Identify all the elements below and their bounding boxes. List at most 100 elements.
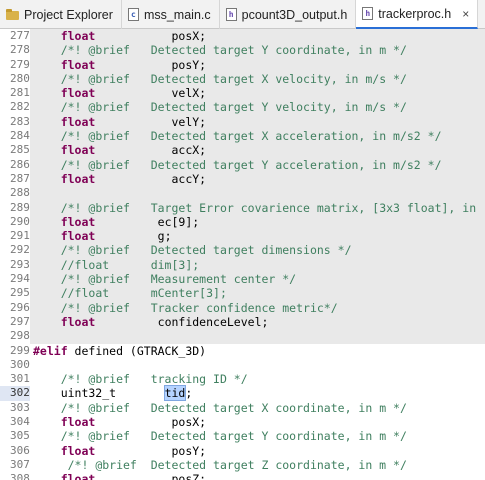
- code-text[interactable]: //float dim[3];: [30, 257, 485, 273]
- code-text[interactable]: float accX;: [30, 143, 485, 158]
- code-text[interactable]: /*! @brief Measurement center */: [30, 272, 485, 287]
- code-line[interactable]: 302 uint32_t tid;: [0, 385, 485, 402]
- code-text[interactable]: /*! @brief Detected target Z coordinate,…: [30, 458, 485, 472]
- code-text[interactable]: uint32_t tid;: [30, 385, 485, 402]
- code-line[interactable]: 279 float posY;: [0, 57, 485, 72]
- code-token: velX;: [95, 86, 207, 101]
- tab-label: trackerproc.h: [378, 6, 452, 21]
- code-line[interactable]: 294 /*! @brief Measurement center */: [0, 272, 485, 287]
- code-text[interactable]: float posX;: [30, 415, 485, 429]
- line-number: 294: [0, 272, 30, 287]
- code-editor[interactable]: 277 float posX; 278 /*! @brief Detected t…: [0, 29, 485, 480]
- comment-token: //float mCenter[3];: [60, 286, 227, 301]
- line-number: 287: [0, 171, 30, 187]
- code-line[interactable]: 307 /*! @brief Detected target Z coordin…: [0, 457, 485, 473]
- code-line[interactable]: 282 /*! @brief Detected target Y velocit…: [0, 100, 485, 115]
- code-text[interactable]: /*! @brief Detected target X coordinate,…: [30, 401, 485, 415]
- code-text[interactable]: float posX;: [30, 29, 485, 44]
- code-line[interactable]: 285 float accX;: [0, 143, 485, 158]
- line-number: 300: [0, 357, 30, 373]
- code-line[interactable]: 295 //float mCenter[3];: [0, 286, 485, 301]
- code-text[interactable]: [30, 186, 485, 201]
- code-line[interactable]: 277 float posX;: [0, 29, 485, 44]
- code-text[interactable]: float posY;: [30, 444, 485, 458]
- code-text[interactable]: //float mCenter[3];: [30, 286, 485, 301]
- code-line[interactable]: 298: [0, 329, 485, 344]
- code-line[interactable]: 280 /*! @brief Detected target X velocit…: [0, 71, 485, 87]
- code-text[interactable]: /*! @brief Tracker confidence metric*/: [30, 300, 485, 315]
- code-text[interactable]: /*! @brief Detected target X velocity, i…: [30, 71, 485, 87]
- keyword-token: float: [60, 143, 96, 158]
- code-line[interactable]: 286 /*! @brief Detected target Y acceler…: [0, 157, 485, 172]
- code-line[interactable]: 306 float posY;: [0, 443, 485, 458]
- code-text[interactable]: float ec[9];: [30, 214, 485, 230]
- code-line[interactable]: 308 float posZ;: [0, 472, 485, 480]
- code-text[interactable]: float posZ;: [30, 472, 485, 480]
- code-text[interactable]: float velY;: [30, 114, 485, 130]
- keyword-token: float: [60, 314, 96, 329]
- code-text[interactable]: float g;: [30, 229, 485, 244]
- code-text[interactable]: /*! @brief Detected target dimensions */: [30, 243, 485, 258]
- code-line[interactable]: 304 float posX;: [0, 415, 485, 430]
- line-number: 277: [0, 29, 30, 44]
- keyword-token: float: [60, 415, 96, 430]
- code-text[interactable]: /*! @brief Target Error covarience matri…: [30, 200, 485, 215]
- tab-pcount3d-output-h[interactable]: h pcount3D_output.h: [220, 0, 357, 29]
- code-line[interactable]: 296 /*! @brief Tracker confidence metric…: [0, 300, 485, 315]
- code-text[interactable]: /*! @brief Detected target Y coordinate,…: [30, 429, 485, 443]
- code-text[interactable]: #elif defined (GTRACK_3D): [30, 344, 485, 358]
- line-number: 292: [0, 243, 30, 258]
- code-line[interactable]: 297 float confidenceLevel;: [0, 314, 485, 330]
- code-text[interactable]: /*! @brief Detected target Y velocity, i…: [30, 100, 485, 115]
- code-line[interactable]: 299 #elif defined (GTRACK_3D): [0, 343, 485, 358]
- code-line[interactable]: 284 /*! @brief Detected target X acceler…: [0, 129, 485, 144]
- code-line[interactable]: 305 /*! @brief Detected target Y coordin…: [0, 429, 485, 444]
- code-line[interactable]: 300: [0, 357, 485, 373]
- comment-token: /*! @brief tracking ID */: [60, 372, 248, 387]
- code-line[interactable]: 281 float velX;: [0, 86, 485, 101]
- comment-token: /*! @brief Detected target X velocity, i…: [60, 71, 407, 86]
- comment-token: //float dim[3];: [60, 257, 200, 272]
- tab-mss-main-c[interactable]: c mss_main.c: [122, 0, 220, 29]
- code-token: posX;: [95, 415, 207, 430]
- code-text[interactable]: float velX;: [30, 86, 485, 101]
- keyword-token: float: [60, 29, 96, 43]
- code-text[interactable]: /*! @brief Detected target Y acceleratio…: [30, 157, 485, 172]
- code-text[interactable]: [30, 329, 485, 344]
- code-text[interactable]: /*! @brief tracking ID */: [30, 372, 485, 386]
- code-line[interactable]: 288: [0, 186, 485, 201]
- code-line[interactable]: 289 /*! @brief Target Error covarience m…: [0, 200, 485, 215]
- selected-token: tid: [163, 385, 187, 402]
- line-number: 299: [0, 343, 30, 358]
- code-text[interactable]: /*! @brief Detected target Y coordinate,…: [30, 43, 485, 58]
- code-line[interactable]: 291 float g;: [0, 229, 485, 244]
- close-icon[interactable]: ×: [462, 7, 469, 21]
- code-line[interactable]: 283 float velY;: [0, 114, 485, 130]
- tab-project-explorer[interactable]: Project Explorer: [0, 0, 122, 29]
- line-number: 281: [0, 86, 30, 101]
- line-number: 290: [0, 214, 30, 230]
- code-text[interactable]: [30, 358, 485, 372]
- line-number: 301: [0, 372, 30, 387]
- code-line[interactable]: 290 float ec[9];: [0, 214, 485, 230]
- code-text[interactable]: float accY;: [30, 171, 485, 187]
- code-text[interactable]: float posY;: [30, 57, 485, 72]
- tab-trackerproc-h[interactable]: h trackerproc.h ×: [356, 0, 479, 29]
- code-line[interactable]: 287 float accY;: [0, 171, 485, 187]
- code-line[interactable]: 303 /*! @brief Detected target X coordin…: [0, 400, 485, 416]
- code-text[interactable]: /*! @brief Detected target X acceleratio…: [30, 129, 485, 144]
- code-text[interactable]: float confidenceLevel;: [30, 314, 485, 330]
- code-line[interactable]: 293 //float dim[3];: [0, 257, 485, 273]
- code-line[interactable]: 301 /*! @brief tracking ID */: [0, 372, 485, 387]
- code-line[interactable]: 278 /*! @brief Detected target Y coordin…: [0, 43, 485, 58]
- code-line[interactable]: 292 /*! @brief Detected target dimension…: [0, 243, 485, 258]
- tab-label: pcount3D_output.h: [241, 7, 348, 22]
